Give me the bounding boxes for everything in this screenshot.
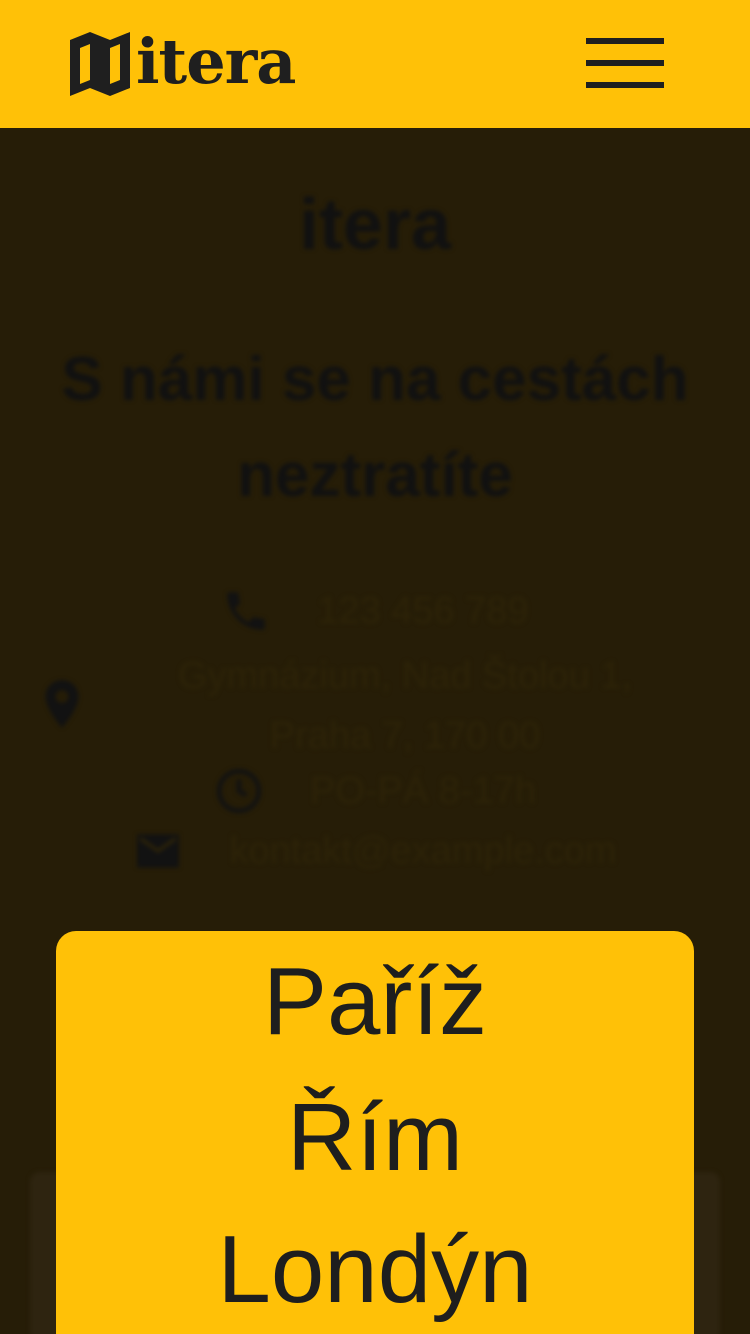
menu-item-londyn[interactable]: Londýn	[56, 1215, 694, 1325]
hamburger-icon[interactable]	[586, 38, 666, 92]
email-address: kontakt@example.com	[229, 829, 617, 872]
menu-item-pariz[interactable]: Paříž	[56, 947, 694, 1057]
opening-hours: PO-PÁ 8-17h	[310, 769, 536, 812]
page-content: itera S námi se na cestách neztratíte 12…	[0, 128, 750, 1334]
hero-title: itera	[298, 185, 452, 265]
location-pin-icon	[45, 680, 79, 728]
contact-phone[interactable]: 123 456 789	[0, 586, 750, 636]
phone-number: 123 456 789	[317, 589, 529, 632]
hero-tagline: S námi se na cestách neztratíte	[61, 345, 689, 510]
phone-icon	[227, 592, 266, 630]
contact-email[interactable]: kontakt@example.com	[0, 826, 750, 876]
destination-menu: Paříž Řím Londýn	[56, 931, 694, 1334]
clock-icon	[216, 768, 262, 814]
menu-item-rim[interactable]: Řím	[56, 1083, 694, 1193]
site-logo[interactable]: itera	[66, 25, 296, 98]
contact-address[interactable]: Gymnázium, Nad Štolou 1, Praha 7, 170 00	[150, 646, 660, 766]
map-logo-icon	[70, 32, 130, 96]
top-bar: itera	[0, 0, 750, 128]
mail-icon	[137, 834, 180, 868]
contact-hours: PO-PÁ 8-17h	[0, 766, 750, 816]
logo-wordmark: itera	[136, 25, 296, 98]
